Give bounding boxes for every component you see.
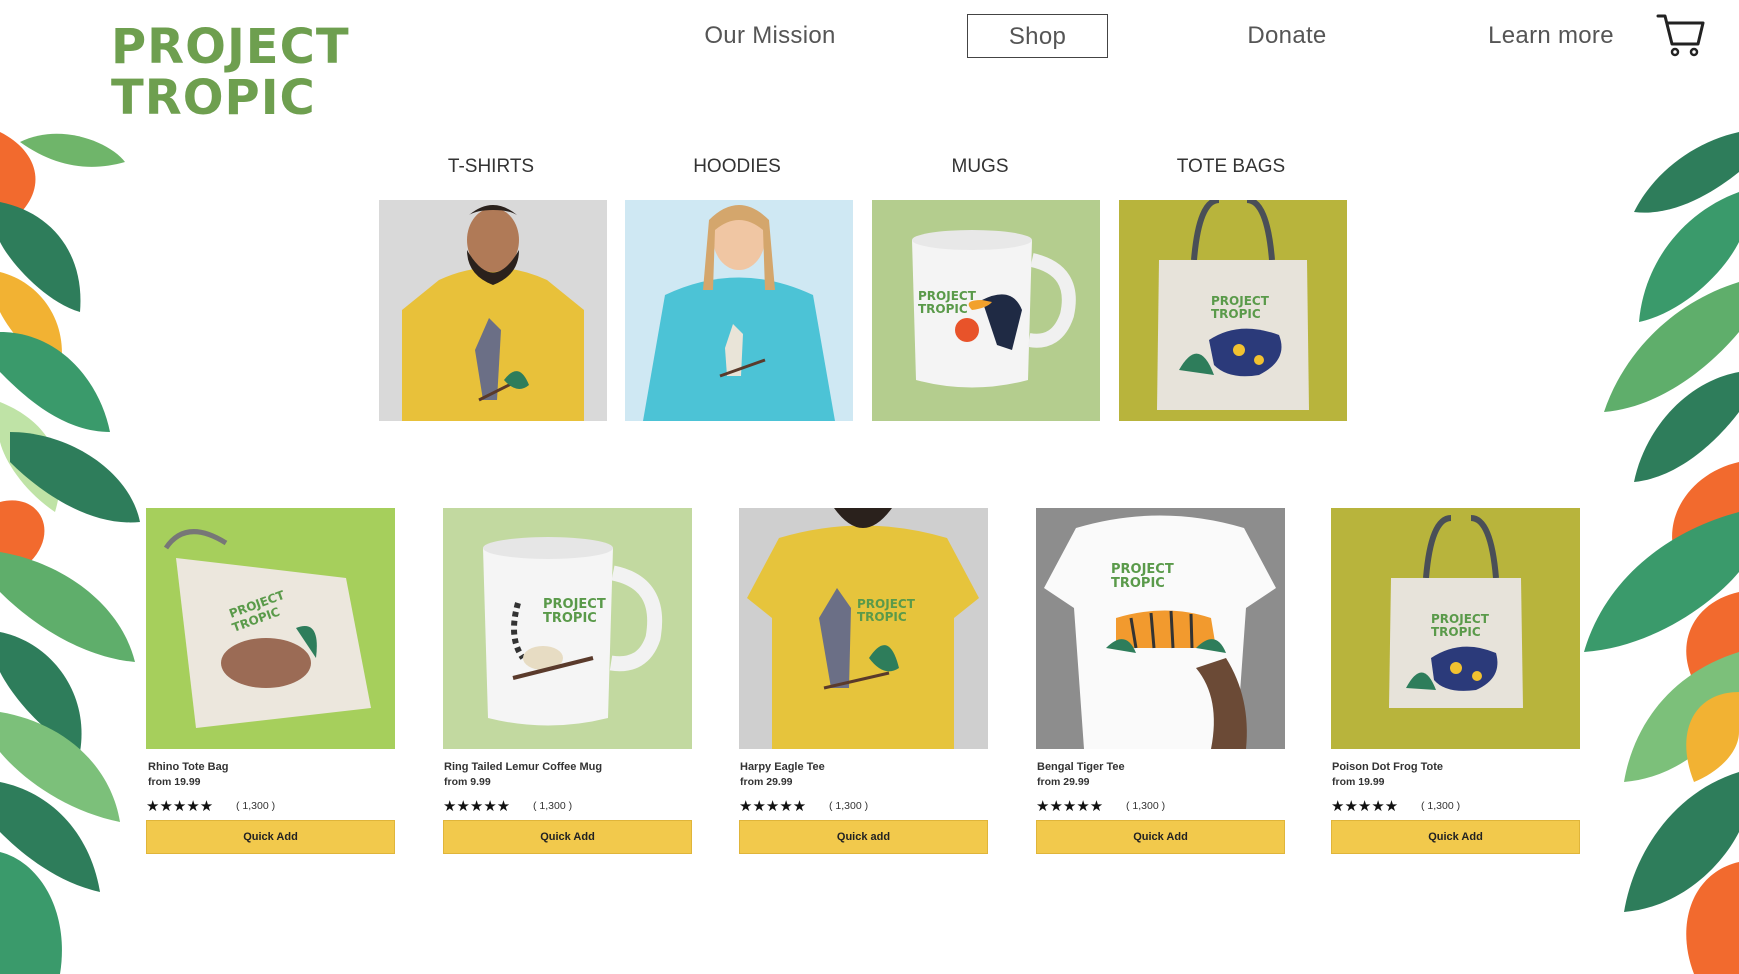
quick-add-button[interactable]: Quick Add bbox=[443, 820, 692, 854]
product-image-harpy-eagle-tee[interactable]: PROJECT TROPIC bbox=[739, 508, 988, 749]
review-count[interactable]: ( 1,300 ) bbox=[829, 800, 868, 812]
product-name[interactable]: Bengal Tiger Tee bbox=[1037, 761, 1125, 773]
product-image-rhino-tote[interactable]: PROJECT TROPIC bbox=[146, 508, 395, 749]
category-image-hoodies[interactable] bbox=[625, 200, 853, 421]
product-image-bengal-tiger-tee[interactable]: PROJECT TROPIC bbox=[1036, 508, 1285, 749]
product-price: from 29.99 bbox=[740, 776, 793, 788]
review-count[interactable]: ( 1,300 ) bbox=[533, 800, 572, 812]
svg-text:PROJECT: PROJECT bbox=[857, 597, 916, 611]
review-count[interactable]: ( 1,300 ) bbox=[1421, 800, 1460, 812]
quick-add-button[interactable]: Quick Add bbox=[146, 820, 395, 854]
svg-text:TROPIC: TROPIC bbox=[543, 611, 597, 626]
svg-text:PROJECT: PROJECT bbox=[918, 289, 977, 303]
nav-donate[interactable]: Donate bbox=[1222, 14, 1352, 58]
svg-text:PROJECT: PROJECT bbox=[1211, 294, 1270, 308]
product-price: from 9.99 bbox=[444, 776, 491, 788]
svg-text:TROPIC: TROPIC bbox=[918, 302, 968, 316]
svg-text:PROJECT: PROJECT bbox=[1431, 612, 1490, 626]
quick-add-button[interactable]: Quick Add bbox=[1036, 820, 1285, 854]
brand-logo[interactable]: PROJECT TROPIC bbox=[111, 22, 350, 124]
nav-shop[interactable]: Shop bbox=[967, 14, 1108, 58]
nav-learn-more[interactable]: Learn more bbox=[1478, 14, 1624, 58]
svg-text:PROJECT: PROJECT bbox=[1111, 562, 1174, 577]
star-icon-rating: ★★★★★ bbox=[739, 798, 807, 815]
star-icon-rating: ★★★★★ bbox=[1331, 798, 1399, 815]
quick-add-button[interactable]: Quick add bbox=[739, 820, 988, 854]
category-label-tote-bags[interactable]: TOTE BAGS bbox=[1117, 156, 1345, 178]
svg-text:PROJECT: PROJECT bbox=[543, 597, 606, 612]
svg-text:TROPIC: TROPIC bbox=[1211, 307, 1261, 321]
category-image-mugs[interactable]: PROJECT TROPIC bbox=[872, 200, 1100, 421]
svg-text:TROPIC: TROPIC bbox=[1111, 576, 1165, 591]
star-icon-rating: ★★★★★ bbox=[443, 798, 511, 815]
category-image-tshirts[interactable] bbox=[379, 200, 607, 421]
product-image-lemur-mug[interactable]: PROJECT TROPIC bbox=[443, 508, 692, 749]
product-name[interactable]: Ring Tailed Lemur Coffee Mug bbox=[444, 761, 602, 773]
category-label-hoodies[interactable]: HOODIES bbox=[623, 156, 851, 178]
nav-our-mission[interactable]: Our Mission bbox=[690, 14, 850, 58]
brand-logo-line2: TROPIC bbox=[111, 70, 316, 126]
product-price: from 19.99 bbox=[1332, 776, 1385, 788]
review-count[interactable]: ( 1,300 ) bbox=[236, 800, 275, 812]
star-icon-rating: ★★★★★ bbox=[146, 798, 214, 815]
brand-logo-line1: PROJECT bbox=[111, 19, 350, 75]
category-label-mugs[interactable]: MUGS bbox=[866, 156, 1094, 178]
product-name[interactable]: Rhino Tote Bag bbox=[148, 761, 228, 773]
product-image-poison-dot-frog-tote[interactable]: PROJECT TROPIC bbox=[1331, 508, 1580, 749]
category-image-tote-bags[interactable]: PROJECT TROPIC bbox=[1119, 200, 1347, 421]
star-icon-rating: ★★★★★ bbox=[1036, 798, 1104, 815]
quick-add-button[interactable]: Quick Add bbox=[1331, 820, 1580, 854]
svg-text:TROPIC: TROPIC bbox=[857, 610, 907, 624]
product-name[interactable]: Harpy Eagle Tee bbox=[740, 761, 825, 773]
product-name[interactable]: Poison Dot Frog Tote bbox=[1332, 761, 1443, 773]
svg-text:TROPIC: TROPIC bbox=[1431, 625, 1481, 639]
review-count[interactable]: ( 1,300 ) bbox=[1126, 800, 1165, 812]
foliage-decoration-left bbox=[0, 132, 150, 974]
product-price: from 19.99 bbox=[148, 776, 201, 788]
category-label-tshirts[interactable]: T-SHIRTS bbox=[377, 156, 605, 178]
product-price: from 29.99 bbox=[1037, 776, 1090, 788]
cart-icon[interactable] bbox=[1656, 12, 1706, 58]
